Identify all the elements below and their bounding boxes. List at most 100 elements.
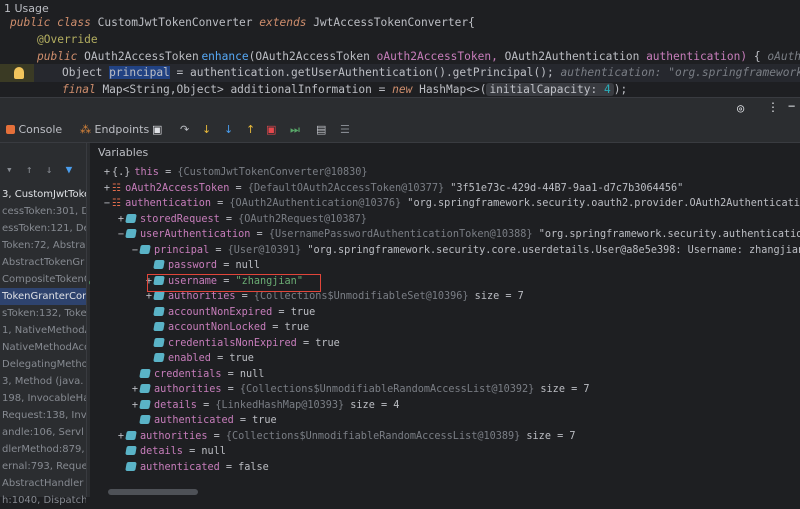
- equals-sign: =: [233, 415, 253, 426]
- stack-frame[interactable]: 1, NativeMethodAc: [0, 322, 86, 339]
- stack-frame[interactable]: DelegatingMetho: [0, 356, 86, 373]
- variable-row[interactable]: enabled = true: [90, 351, 800, 367]
- stack-frame[interactable]: dlerMethod:879, R: [0, 441, 86, 458]
- stack-frame[interactable]: sToken:132, Toke: [0, 305, 86, 322]
- variable-row[interactable]: + authorities = {Collections$Unmodifiable…: [90, 429, 800, 445]
- equals-sign: =: [235, 291, 254, 302]
- console-icon: [6, 125, 15, 134]
- settings-icon[interactable]: ☰: [340, 123, 350, 137]
- stop-icon[interactable]: ▣: [266, 123, 276, 137]
- expand-toggle-icon[interactable]: +: [116, 429, 126, 445]
- camera-icon[interactable]: ◎: [737, 101, 744, 115]
- equals-sign: =: [219, 461, 239, 473]
- variable-row[interactable]: password = null: [90, 258, 800, 274]
- stack-frame[interactable]: 3, CustomJwtToke: [0, 186, 86, 203]
- minimize-icon[interactable]: −: [788, 99, 795, 113]
- horizontal-scrollbar[interactable]: [108, 489, 198, 495]
- stack-frame[interactable]: Request:138, Inv: [0, 407, 86, 424]
- tab-endpoints[interactable]: ⁂ Endpoints: [80, 123, 149, 137]
- collapse-toggle-icon[interactable]: −: [116, 227, 126, 243]
- expand-toggle-icon[interactable]: +: [130, 382, 140, 398]
- variable-row[interactable]: credentials = null: [90, 367, 800, 383]
- variable-row[interactable]: authenticated = true: [90, 413, 800, 429]
- collapse-toggle-icon[interactable]: −: [102, 196, 112, 212]
- evaluate-icon[interactable]: ▤: [316, 123, 326, 137]
- expand-toggle-icon[interactable]: +: [116, 212, 126, 228]
- stack-frame[interactable]: h:1040, Dispatche: [0, 492, 86, 509]
- stack-frame[interactable]: Token:72, Abstra: [0, 237, 86, 254]
- field-icon: [125, 229, 137, 238]
- variable-row[interactable]: + authorities = {Collections$Unmodifiable…: [90, 382, 800, 398]
- stack-frame[interactable]: andle:106, Servl: [0, 424, 86, 441]
- variable-row[interactable]: − ☷ authentication = {OAuth2Authentication…: [90, 196, 800, 212]
- variable-value: true: [229, 353, 254, 364]
- layout-icon[interactable]: ▣: [152, 123, 162, 137]
- stack-frame[interactable]: essToken:121, De: [0, 220, 86, 237]
- variable-row[interactable]: − principal = {User@10391} "org.springfra…: [90, 243, 800, 259]
- up-arrow-icon[interactable]: ↑: [26, 163, 33, 176]
- equals-sign: =: [229, 182, 248, 194]
- step-out-icon[interactable]: ↑: [246, 123, 255, 137]
- variable-value: false: [238, 461, 269, 473]
- stack-frame[interactable]: ernal:793, Reques: [0, 458, 86, 475]
- stack-frame[interactable]: AbstractHandler: [0, 475, 86, 492]
- field-icon: [139, 368, 151, 378]
- equals-sign: =: [158, 167, 178, 178]
- variable-value: true: [315, 337, 340, 349]
- variable-name: details: [154, 399, 197, 411]
- variable-row[interactable]: details = null: [90, 444, 800, 460]
- field-icon: [139, 399, 151, 409]
- collapse-toggle-icon[interactable]: −: [130, 243, 140, 259]
- highlight-box: [147, 274, 321, 292]
- field-icon: [153, 353, 165, 362]
- variable-row[interactable]: authenticated = false: [90, 460, 800, 476]
- variable-row[interactable]: + details = {LinkedHashMap@10393} size = …: [90, 398, 800, 414]
- variable-row[interactable]: accountNonExpired = true: [90, 305, 800, 321]
- variable-name: details: [140, 446, 183, 457]
- variable-row[interactable]: − userAuthentication = {UsernamePasswordA…: [90, 227, 800, 243]
- stack-frame[interactable]: NativeMethodAcc: [0, 339, 86, 356]
- variable-row[interactable]: + {.} this = {CustomJwtTokenConverter@1083…: [90, 165, 800, 181]
- parameter-icon: ☷: [112, 182, 122, 194]
- breakpoint-gutter[interactable]: [0, 64, 34, 82]
- equals-sign: =: [182, 446, 202, 457]
- variable-name: userAuthentication: [140, 229, 251, 240]
- force-step-into-icon[interactable]: ↓: [224, 123, 233, 137]
- variable-name: enabled: [168, 353, 211, 364]
- object-reference: {LinkedHashMap@10393}: [215, 399, 345, 411]
- stack-frame[interactable]: 3, Method (java.: [0, 373, 86, 390]
- variable-row[interactable]: accountNonLocked = true: [90, 320, 800, 336]
- code-editor[interactable]: 1 Usage public class CustomJwtTokenConve…: [0, 0, 800, 97]
- variable-row[interactable]: credentialsNonExpired = true: [90, 336, 800, 352]
- variable-name: credentials: [154, 368, 222, 380]
- stack-frame[interactable]: cessToken:301, De: [0, 203, 86, 220]
- variable-row[interactable]: + ☷ oAuth2AccessToken = {DefaultOAuth2Acce…: [90, 181, 800, 197]
- object-reference: {Collections$UnmodifiableRandomAccessLis…: [225, 430, 521, 442]
- filter-icon[interactable]: ▼: [66, 163, 73, 176]
- field-icon: [153, 337, 165, 347]
- more-options-icon[interactable]: ⋮: [767, 100, 779, 114]
- stack-frame[interactable]: CompositeTokenGr: [0, 271, 86, 288]
- expand-toggle-icon[interactable]: +: [102, 165, 112, 181]
- object-reference: {CustomJwtTokenConverter@10830}: [177, 167, 368, 178]
- stack-frame[interactable]: AbstractTokenGr: [0, 254, 86, 271]
- resume-icon[interactable]: ⏭: [290, 123, 300, 137]
- step-into-icon[interactable]: ↓: [202, 123, 211, 137]
- equals-sign: =: [210, 353, 230, 364]
- down-arrow-icon[interactable]: ↓: [46, 163, 53, 176]
- variable-value: true: [284, 322, 310, 333]
- equals-sign: =: [219, 213, 239, 225]
- field-icon: [153, 291, 165, 300]
- stack-frame[interactable]: 198, InvocableHa: [0, 390, 86, 407]
- dropdown-icon[interactable]: ▾: [6, 163, 13, 176]
- variable-row[interactable]: + storedRequest = {OAuth2Request@10387}: [90, 212, 800, 228]
- field-icon: [153, 306, 165, 316]
- expand-toggle-icon[interactable]: +: [130, 398, 140, 414]
- stack-frame[interactable]: TokenGranterCon: [0, 288, 86, 305]
- step-over-icon[interactable]: ↷: [180, 123, 189, 137]
- tab-console[interactable]: Console: [6, 123, 62, 137]
- code-line-class: public class CustomJwtTokenConverter ext…: [10, 16, 475, 29]
- variable-name: password: [168, 260, 218, 271]
- expand-toggle-icon[interactable]: +: [102, 181, 112, 197]
- lightbulb-icon[interactable]: [14, 67, 24, 79]
